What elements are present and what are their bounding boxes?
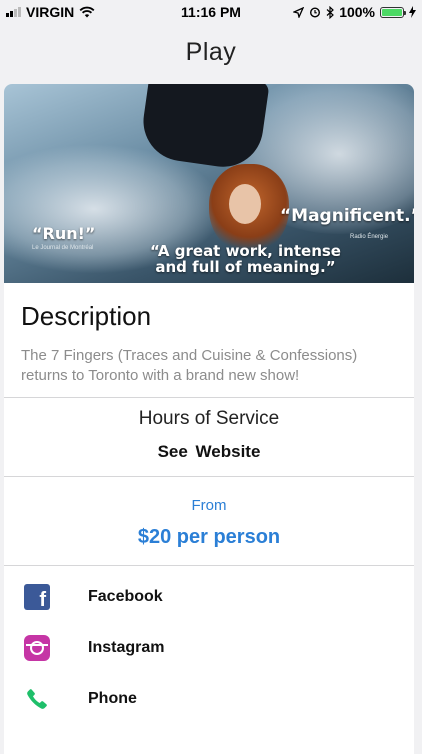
navigation-bar: Play xyxy=(0,24,422,80)
battery-icon xyxy=(380,6,406,18)
bluetooth-icon xyxy=(326,5,335,19)
hours-title: Hours of Service xyxy=(138,407,280,429)
contact-links: f Facebook Instagram Phone xyxy=(4,566,414,725)
price-from-label: From xyxy=(191,496,227,514)
location-icon xyxy=(293,6,305,18)
price-amount: $20 per person xyxy=(137,525,281,548)
hero-image: “Run!” Le Journal de Montréal “Magnifice… xyxy=(4,84,414,283)
hours-value: See Website xyxy=(157,441,261,461)
phone-label: Phone xyxy=(88,690,137,707)
event-card: “Run!” Le Journal de Montréal “Magnifice… xyxy=(4,84,414,754)
facebook-icon: f xyxy=(24,584,50,611)
price-section: From $20 per person xyxy=(4,477,414,566)
hero-quote-source-2: Radio Énergie xyxy=(350,234,389,240)
hero-quote-source-1: Le Journal de Montréal xyxy=(32,245,94,251)
battery-percent: 100% xyxy=(339,4,375,20)
hero-quote-great-work: “A great work, intense and full of meani… xyxy=(150,242,341,276)
instagram-link[interactable]: Instagram xyxy=(4,623,414,674)
description-heading: Description xyxy=(21,301,152,331)
wifi-icon xyxy=(79,6,95,18)
signal-icon xyxy=(6,7,21,17)
alarm-icon xyxy=(310,7,321,18)
status-bar: VIRGIN 11:16 PM 100% xyxy=(0,0,422,24)
hero-quote-magnificent: “Magnificent.” xyxy=(280,206,414,226)
status-right: 100% xyxy=(293,4,422,20)
hero-quote-run: “Run!” xyxy=(32,224,96,243)
facebook-link[interactable]: f Facebook xyxy=(4,572,414,623)
carrier-label: VIRGIN xyxy=(26,4,75,20)
phone-link[interactable]: Phone xyxy=(4,674,414,725)
status-left: VIRGIN xyxy=(0,4,95,20)
page-title: Play xyxy=(185,37,237,66)
instagram-label: Instagram xyxy=(88,639,165,656)
hours-section: Hours of Service See Website xyxy=(4,398,414,477)
facebook-label: Facebook xyxy=(88,588,163,605)
instagram-icon xyxy=(24,635,50,661)
description-section: Description The 7 Fingers (Traces and Cu… xyxy=(4,283,414,398)
description-text: The 7 Fingers (Traces and Cuisine & Conf… xyxy=(21,347,358,385)
phone-icon xyxy=(24,686,50,712)
charging-icon xyxy=(409,6,416,18)
